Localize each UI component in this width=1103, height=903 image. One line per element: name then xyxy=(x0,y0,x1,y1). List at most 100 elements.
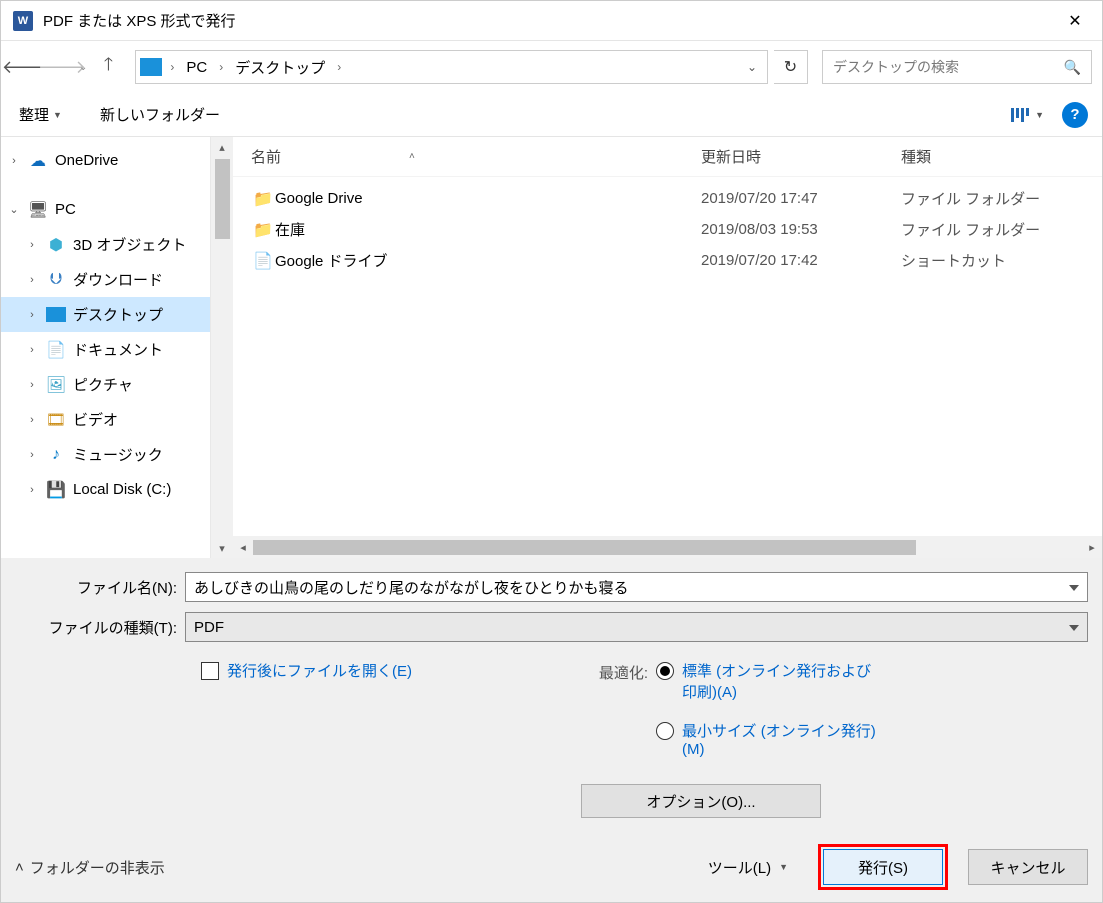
breadcrumb-desktop[interactable]: デスクトップ xyxy=(231,55,329,80)
tree-label: PC xyxy=(55,201,76,218)
videos-icon: 🎞 xyxy=(45,411,67,429)
organize-label: 整理 xyxy=(19,104,49,125)
dropdown-caret-icon: ▼ xyxy=(779,862,788,872)
history-dropdown[interactable]: ⌄ xyxy=(79,62,87,73)
expand-caret-icon[interactable]: › xyxy=(7,155,21,167)
pictures-icon: 🖼 xyxy=(45,376,67,394)
publish-button[interactable]: 発行(S) xyxy=(823,849,943,885)
filetype-value: PDF xyxy=(194,619,224,636)
up-button[interactable]: 🡑 xyxy=(93,52,123,82)
tree-item-3d[interactable]: › ⬢ 3D オブジェクト xyxy=(1,227,210,262)
optimize-label: 最適化: xyxy=(592,660,648,683)
scroll-thumb[interactable] xyxy=(215,159,230,239)
radio-checked-icon xyxy=(656,662,674,680)
folder-icon: 📁 xyxy=(251,220,275,240)
window-title: PDF または XPS 形式で発行 xyxy=(43,10,1050,31)
file-date: 2019/08/03 19:53 xyxy=(701,221,901,238)
navigation-row: 🡐 🡒 ⌄ 🡑 › PC › デスクトップ › ⌄ ↻ デスクトップの検索 🔍 xyxy=(1,41,1102,93)
tree-item-videos[interactable]: › 🎞 ビデオ xyxy=(1,402,210,437)
search-icon[interactable]: 🔍 xyxy=(1064,59,1081,76)
collapse-caret-icon[interactable]: ⌄ xyxy=(7,203,21,216)
radio-standard[interactable]: 標準 (オンライン発行および印刷)(A) xyxy=(656,660,876,702)
file-row[interactable]: 📁 Google Drive 2019/07/20 17:47 ファイル フォル… xyxy=(233,183,1102,214)
tree-label: Local Disk (C:) xyxy=(73,481,171,498)
new-folder-button[interactable]: 新しいフォルダー xyxy=(96,100,224,129)
download-icon: ⮋ xyxy=(45,271,67,289)
file-row[interactable]: 📄 Google ドライブ 2019/07/20 17:42 ショートカット xyxy=(233,245,1102,276)
main-area: › ☁ OneDrive ⌄ 🖥 PC › ⬢ 3D オブジェクト › ⮋ ダウ… xyxy=(1,137,1102,558)
pc-icon: 🖥 xyxy=(27,201,49,219)
horizontal-scrollbar[interactable]: ◂ ▸ xyxy=(233,536,1102,558)
filename-input[interactable]: あしびきの山鳥の尾のしだり尾のながながし夜をひとりかも寝る xyxy=(185,572,1088,602)
hide-folders-label: フォルダーの非表示 xyxy=(30,857,165,878)
file-row[interactable]: 📁 在庫 2019/08/03 19:53 ファイル フォルダー xyxy=(233,214,1102,245)
breadcrumb-pc[interactable]: PC xyxy=(182,57,211,78)
expand-caret-icon[interactable]: › xyxy=(25,414,39,426)
scroll-right-icon[interactable]: ▸ xyxy=(1082,541,1102,554)
scroll-down-icon[interactable]: ▾ xyxy=(211,538,233,558)
refresh-button[interactable]: ↻ xyxy=(774,50,808,84)
file-list: 📁 Google Drive 2019/07/20 17:47 ファイル フォル… xyxy=(233,177,1102,536)
expand-caret-icon[interactable]: › xyxy=(25,379,39,391)
scroll-thumb[interactable] xyxy=(253,540,916,555)
column-date[interactable]: 更新日時 xyxy=(701,146,901,167)
address-dropdown[interactable]: ⌄ xyxy=(741,60,763,74)
expand-caret-icon[interactable]: › xyxy=(25,449,39,461)
tree-item-pc[interactable]: ⌄ 🖥 PC xyxy=(1,192,210,227)
scroll-track[interactable] xyxy=(253,540,1082,555)
filetype-label: ファイルの種類(T): xyxy=(15,617,185,638)
options-button[interactable]: オプション(O)... xyxy=(581,784,821,818)
breadcrumb-separator: › xyxy=(166,60,178,74)
expand-caret-icon[interactable]: › xyxy=(25,239,39,251)
expand-caret-icon[interactable]: › xyxy=(25,309,39,321)
tree-item-documents[interactable]: › 📄 ドキュメント xyxy=(1,332,210,367)
cancel-button[interactable]: キャンセル xyxy=(968,849,1088,885)
3d-objects-icon: ⬢ xyxy=(45,236,67,254)
open-after-label: 発行後にファイルを開く(E) xyxy=(227,660,412,681)
tree-label: デスクトップ xyxy=(73,304,163,325)
scroll-up-icon[interactable]: ▴ xyxy=(211,137,233,157)
chevron-up-icon: ˄ xyxy=(15,859,24,876)
tools-menu[interactable]: ツール(L) ▼ xyxy=(708,857,788,878)
tree-item-downloads[interactable]: › ⮋ ダウンロード xyxy=(1,262,210,297)
file-date: 2019/07/20 17:47 xyxy=(701,190,901,207)
tree-label: ドキュメント xyxy=(73,339,163,360)
breadcrumb-separator: › xyxy=(333,60,345,74)
help-button[interactable]: ? xyxy=(1062,102,1088,128)
filetype-select[interactable]: PDF xyxy=(185,612,1088,642)
tree-item-music[interactable]: › ♪ ミュージック xyxy=(1,437,210,472)
open-after-checkbox[interactable]: 発行後にファイルを開く(E) xyxy=(201,660,412,681)
optimize-group: 最適化: 標準 (オンライン発行および印刷)(A) 最小サイズ (オンライン発行… xyxy=(592,660,876,758)
tree-item-pictures[interactable]: › 🖼 ピクチャ xyxy=(1,367,210,402)
file-name: Google Drive xyxy=(275,190,701,207)
forward-button[interactable]: 🡒 xyxy=(47,52,77,82)
organize-menu[interactable]: 整理 ▼ xyxy=(15,100,66,129)
file-date: 2019/07/20 17:42 xyxy=(701,252,901,269)
expand-caret-icon[interactable]: › xyxy=(25,484,39,496)
scroll-left-icon[interactable]: ◂ xyxy=(233,541,253,554)
save-dialog: W PDF または XPS 形式で発行 ✕ 🡐 🡒 ⌄ 🡑 › PC › デスク… xyxy=(0,0,1103,903)
expand-caret-icon[interactable]: › xyxy=(25,344,39,356)
filetype-row: ファイルの種類(T): PDF xyxy=(15,612,1088,642)
tree-item-onedrive[interactable]: › ☁ OneDrive xyxy=(1,143,210,178)
radio-minimum[interactable]: 最小サイズ (オンライン発行)(M) xyxy=(656,720,876,758)
view-mode-button[interactable]: ▼ xyxy=(1011,108,1044,122)
options-row: 発行後にファイルを開く(E) 最適化: 標準 (オンライン発行および印刷)(A)… xyxy=(15,652,1088,758)
search-input[interactable]: デスクトップの検索 🔍 xyxy=(822,50,1092,84)
filename-label: ファイル名(N): xyxy=(15,577,185,598)
file-type: ファイル フォルダー xyxy=(901,188,1040,209)
toolbar: 整理 ▼ 新しいフォルダー ▼ ? xyxy=(1,93,1102,137)
address-bar[interactable]: › PC › デスクトップ › ⌄ xyxy=(135,50,768,84)
sidebar-scrollbar[interactable]: ▴ ▾ xyxy=(211,137,233,558)
tree-item-desktop[interactable]: › デスクトップ xyxy=(1,297,210,332)
close-button[interactable]: ✕ xyxy=(1050,2,1100,40)
tree-label: ビデオ xyxy=(73,409,118,430)
back-button[interactable]: 🡐 xyxy=(11,52,41,82)
column-name[interactable]: 名前 ˄ xyxy=(251,146,701,167)
tree-item-localdisk[interactable]: › 💾 Local Disk (C:) xyxy=(1,472,210,507)
dialog-footer: ˄ フォルダーの非表示 ツール(L) ▼ 発行(S) キャンセル xyxy=(1,832,1102,902)
save-form: ファイル名(N): あしびきの山鳥の尾のしだり尾のながながし夜をひとりかも寝る … xyxy=(1,558,1102,832)
hide-folders-button[interactable]: ˄ フォルダーの非表示 xyxy=(15,857,165,878)
expand-caret-icon[interactable]: › xyxy=(25,274,39,286)
column-type[interactable]: 種類 xyxy=(901,146,1084,167)
